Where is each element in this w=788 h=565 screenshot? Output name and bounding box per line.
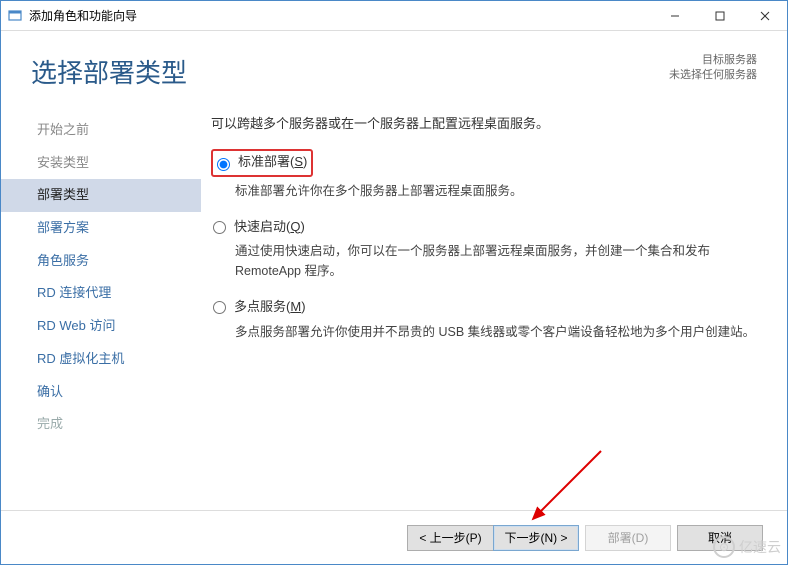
previous-button[interactable]: < 上一步(P) bbox=[407, 525, 493, 551]
sidebar-item-rd-web-access[interactable]: RD Web 访问 bbox=[1, 310, 201, 343]
maximize-button[interactable] bbox=[697, 1, 742, 30]
deploy-button: 部署(D) bbox=[585, 525, 671, 551]
target-server-label: 目标服务器 bbox=[669, 53, 757, 68]
sidebar-item-install-type[interactable]: 安装类型 bbox=[1, 147, 201, 180]
intro-text: 可以跨越多个服务器或在一个服务器上配置远程桌面服务。 bbox=[211, 114, 763, 135]
option-quick-start[interactable]: 快速启动(Q) bbox=[211, 217, 763, 238]
sidebar-item-rd-virtualization-host[interactable]: RD 虚拟化主机 bbox=[1, 343, 201, 376]
sidebar-item-deployment-type[interactable]: 部署类型 bbox=[1, 179, 201, 212]
sidebar-item-rd-connection-broker[interactable]: RD 连接代理 bbox=[1, 277, 201, 310]
minimize-button[interactable] bbox=[652, 1, 697, 30]
option-standard-deploy[interactable]: 标准部署(S) bbox=[211, 149, 763, 177]
close-button[interactable] bbox=[742, 1, 787, 30]
page-title: 选择部署类型 bbox=[31, 53, 669, 90]
window-title: 添加角色和功能向导 bbox=[29, 7, 652, 24]
titlebar: 添加角色和功能向导 bbox=[1, 1, 787, 31]
footer: < 上一步(P) 下一步(N) > 部署(D) 取消 bbox=[1, 510, 787, 564]
option-quick-label: 快速启动(Q) bbox=[234, 217, 305, 238]
sidebar: 开始之前 安装类型 部署类型 部署方案 角色服务 RD 连接代理 RD Web … bbox=[1, 100, 201, 510]
option-standard-highlight: 标准部署(S) bbox=[211, 149, 313, 177]
nav-button-group: < 上一步(P) 下一步(N) > bbox=[407, 525, 579, 551]
option-multipoint-label: 多点服务(M) bbox=[234, 297, 306, 318]
option-multipoint[interactable]: 多点服务(M) bbox=[211, 297, 763, 318]
option-standard-label: 标准部署(S) bbox=[238, 152, 307, 173]
app-icon bbox=[7, 8, 23, 24]
wizard-body: 开始之前 安装类型 部署类型 部署方案 角色服务 RD 连接代理 RD Web … bbox=[1, 100, 787, 510]
target-server-info: 目标服务器 未选择任何服务器 bbox=[669, 53, 757, 84]
sidebar-item-before-begin[interactable]: 开始之前 bbox=[1, 114, 201, 147]
page-header: 选择部署类型 目标服务器 未选择任何服务器 bbox=[1, 31, 787, 100]
window-controls bbox=[652, 1, 787, 30]
cancel-button[interactable]: 取消 bbox=[677, 525, 763, 551]
radio-quick-start[interactable] bbox=[213, 221, 226, 234]
option-multipoint-desc: 多点服务部署允许你使用并不昂贵的 USB 集线器或零个客户端设备轻松地为多个用户… bbox=[235, 322, 763, 342]
next-button[interactable]: 下一步(N) > bbox=[493, 525, 579, 551]
option-standard-desc: 标准部署允许你在多个服务器上部署远程桌面服务。 bbox=[235, 181, 763, 201]
sidebar-item-role-services[interactable]: 角色服务 bbox=[1, 245, 201, 278]
target-server-value: 未选择任何服务器 bbox=[669, 68, 757, 83]
radio-standard-deploy[interactable] bbox=[217, 158, 230, 171]
sidebar-item-deployment-plan[interactable]: 部署方案 bbox=[1, 212, 201, 245]
content-pane: 可以跨越多个服务器或在一个服务器上配置远程桌面服务。 标准部署(S) 标准部署允… bbox=[201, 100, 787, 510]
sidebar-item-complete: 完成 bbox=[1, 408, 201, 441]
sidebar-item-confirm[interactable]: 确认 bbox=[1, 376, 201, 409]
wizard-window: 添加角色和功能向导 选择部署类型 目标服务器 未选择任何服务器 开始之前 安装类… bbox=[0, 0, 788, 565]
option-quick-desc: 通过使用快速启动，你可以在一个服务器上部署远程桌面服务，并创建一个集合和发布 R… bbox=[235, 241, 763, 281]
radio-multipoint[interactable] bbox=[213, 301, 226, 314]
